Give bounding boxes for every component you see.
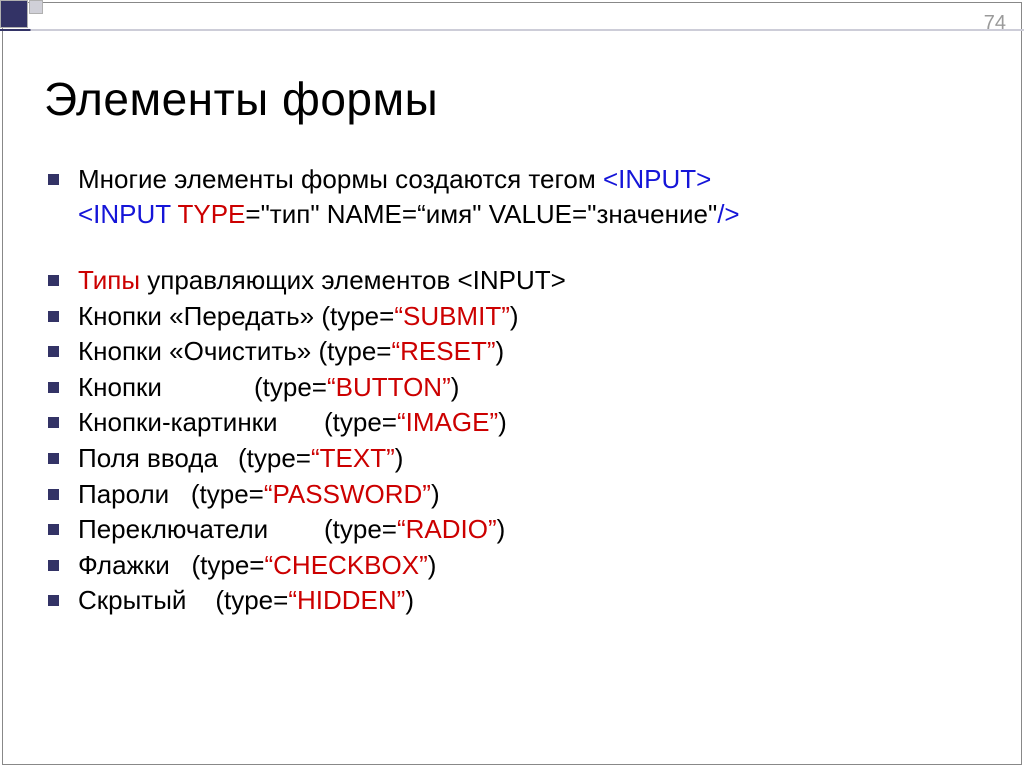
list-item: Поля ввода(type=“TEXT”) [44,441,996,476]
item-close: ) [495,336,504,366]
subhead-rest: управляющих элементов <INPUT> [140,265,566,295]
item-label: Переключатели [78,512,324,547]
item-label: Флажки [78,550,170,580]
item-value: “IMAGE” [397,407,498,437]
item-label: Кнопки «Передать» (type= [78,301,394,331]
attr-value-val: ="значение" [572,199,717,229]
item-label: Кнопки «Очистить» (type= [78,336,391,366]
item-close: ) [431,479,440,509]
list-item: Переключатели(type=“RADIO”) [44,512,996,547]
slide-title: Элементы формы [44,72,996,126]
intro-line: Многие элементы формы создаются тегом <I… [44,162,996,231]
attr-type-val: ="тип" [245,199,326,229]
item-close: ) [451,372,460,402]
subheading: Типы управляющих элементов <INPUT> [44,263,996,298]
item-value: “TEXT” [311,443,395,473]
item-close: ) [405,585,414,615]
list-item: Кнопки «Очистить» (type=“RESET”) [44,334,996,369]
item-value: “BUTTON” [327,372,451,402]
item-mid: (type= [324,514,397,544]
subhead-label: Типы [78,265,140,295]
item-mid: (type= [186,585,288,615]
bullet-list: Многие элементы формы создаются тегом <I… [44,162,996,618]
attr-name-val: =“имя" [402,199,489,229]
list-item: Кнопки «Передать» (type=“SUBMIT”) [44,299,996,334]
list-item: Кнопки-картинки(type=“IMAGE”) [44,405,996,440]
attr-value: VALUE [489,199,572,229]
spacer [44,232,996,262]
item-value: “CHECKBOX” [264,550,427,580]
item-label: Кнопки [78,370,254,405]
list-item: Кнопки(type=“BUTTON”) [44,370,996,405]
intro-text: Многие элементы формы создаются тегом [78,164,603,194]
attr-type: TYPE [177,199,245,229]
intro-tag: <INPUT> [603,164,711,194]
item-close: ) [497,514,506,544]
item-label: Пароли [78,479,169,509]
item-mid: (type= [169,479,264,509]
attr-name: NAME [327,199,402,229]
item-close: ) [498,407,507,437]
item-value: “PASSWORD” [264,479,431,509]
item-close: ) [395,443,404,473]
slide-corner-decoration [0,0,43,28]
syntax-close: /> [717,199,739,229]
item-label: Скрытый [78,585,186,615]
slide-top-rule [0,29,1024,31]
syntax-open: <INPUT [78,199,177,229]
item-mid: (type= [254,372,327,402]
item-mid: (type= [324,407,397,437]
list-item: Флажки (type=“CHECKBOX”) [44,548,996,583]
slide-content: Элементы формы Многие элементы формы соз… [44,72,996,619]
item-close: ) [428,550,437,580]
item-value: “HIDDEN” [288,585,405,615]
item-mid: (type= [238,443,311,473]
page-number: 74 [984,12,1006,35]
item-value: “RESET” [391,336,495,366]
item-mid: (type= [170,550,265,580]
item-label: Кнопки-картинки [78,405,324,440]
item-close: ) [510,301,519,331]
item-value: “RADIO” [397,514,497,544]
item-value: “SUBMIT” [394,301,510,331]
list-item: Пароли (type=“PASSWORD”) [44,477,996,512]
item-label: Поля ввода [78,441,238,476]
list-item: Скрытый (type=“HIDDEN”) [44,583,996,618]
